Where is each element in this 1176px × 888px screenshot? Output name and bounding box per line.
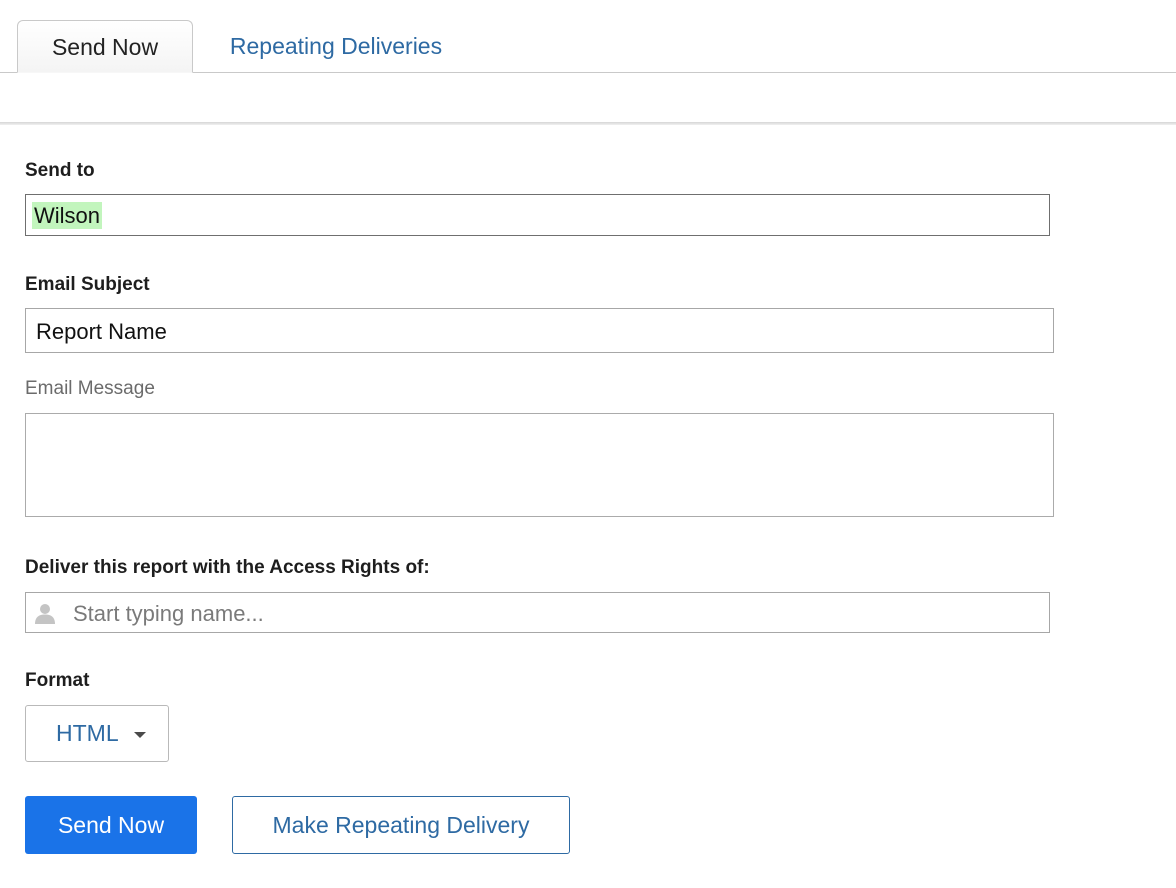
tab-bar: Send Now Repeating Deliveries [0, 0, 1176, 73]
email-message-textarea[interactable] [26, 414, 1053, 516]
access-rights-label: Deliver this report with the Access Righ… [25, 557, 430, 578]
access-rights-input[interactable] [71, 593, 1035, 634]
email-subject-label: Email Subject [25, 274, 150, 295]
format-label: Format [25, 670, 90, 691]
tab-send-now[interactable]: Send Now [17, 20, 193, 73]
send-now-button[interactable]: Send Now [25, 796, 197, 854]
tab-repeating-deliveries[interactable]: Repeating Deliveries [206, 20, 466, 72]
recipient-token[interactable]: Wilson [32, 202, 103, 229]
send-to-label: Send to [25, 160, 95, 181]
email-subject-field[interactable] [25, 308, 1054, 354]
caret-down-icon [134, 732, 146, 738]
email-message-field[interactable] [25, 413, 1054, 517]
report-delivery-dialog: Send Now Repeating Deliveries Send to Wi… [0, 0, 1176, 888]
email-message-label: Email Message [25, 378, 155, 399]
format-selected-value: HTML [56, 720, 119, 746]
send-to-input[interactable]: Wilson [25, 194, 1050, 236]
person-icon [35, 604, 55, 624]
email-subject-input[interactable] [34, 309, 1038, 354]
header-divider [0, 122, 1176, 125]
format-dropdown[interactable]: HTML [25, 705, 169, 762]
make-repeating-delivery-button[interactable]: Make Repeating Delivery [232, 796, 570, 854]
access-rights-field[interactable] [25, 592, 1050, 634]
